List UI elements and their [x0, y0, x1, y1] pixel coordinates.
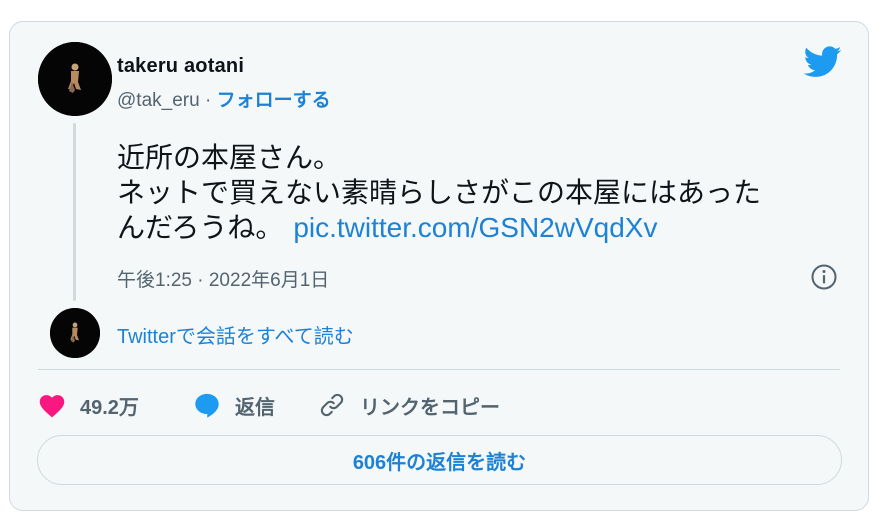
tweet-text: 近所の本屋さん。 ネットで買えない素晴らしさがこの本屋にはあった んだろうね。 p…	[117, 140, 852, 245]
reply-bubble-icon	[195, 393, 219, 418]
heart-icon	[39, 395, 65, 418]
divider	[38, 369, 840, 370]
tweet-timestamp[interactable]: 午後1:25 · 2022年6月1日	[117, 265, 329, 292]
reply-button[interactable]: 返信	[193, 387, 275, 423]
tweet-media-link[interactable]: pic.twitter.com/GSN2wVqdXv	[293, 212, 657, 243]
tweet-line: 近所の本屋さん。	[117, 142, 342, 173]
twitter-bird-icon[interactable]	[804, 46, 842, 78]
conversation-avatar[interactable]	[50, 308, 100, 358]
author-name[interactable]: takeru aotani	[117, 55, 244, 78]
tweet-line-text: んだろうね。	[117, 212, 284, 243]
like-button[interactable]: 49.2万	[38, 387, 139, 423]
info-icon[interactable]	[810, 263, 838, 291]
copy-link-label: リンクをコピー	[360, 396, 500, 419]
follow-link[interactable]: フォローする	[217, 90, 331, 111]
reply-label: 返信	[235, 396, 275, 419]
tweet-line: ネットで買えない素晴らしさがこの本屋にはあった	[117, 177, 762, 208]
read-replies-label: 606件の返信を読む	[352, 451, 527, 474]
embedded-tweet-card: takeru aotani @tak_eru · フォローする 近所の本屋さん。…	[9, 21, 869, 511]
like-count: 49.2万	[80, 396, 139, 419]
read-conversation-link[interactable]: Twitterで会話をすべて読む	[117, 320, 354, 349]
author-meta: @tak_eru · フォローする	[117, 85, 331, 112]
author-avatar[interactable]	[38, 42, 112, 116]
author-handle[interactable]: @tak_eru	[117, 90, 200, 111]
link-icon	[320, 393, 344, 417]
copy-link-button[interactable]: リンクをコピー	[318, 387, 500, 423]
thread-line	[73, 123, 76, 301]
meta-separator: ·	[204, 90, 212, 111]
read-replies-button[interactable]: 606件の返信を読む	[37, 435, 842, 485]
tweet-line-last: んだろうね。 pic.twitter.com/GSN2wVqdXv	[117, 210, 852, 245]
tweet-actions: 49.2万 返信 リンクをコピー	[38, 387, 838, 423]
